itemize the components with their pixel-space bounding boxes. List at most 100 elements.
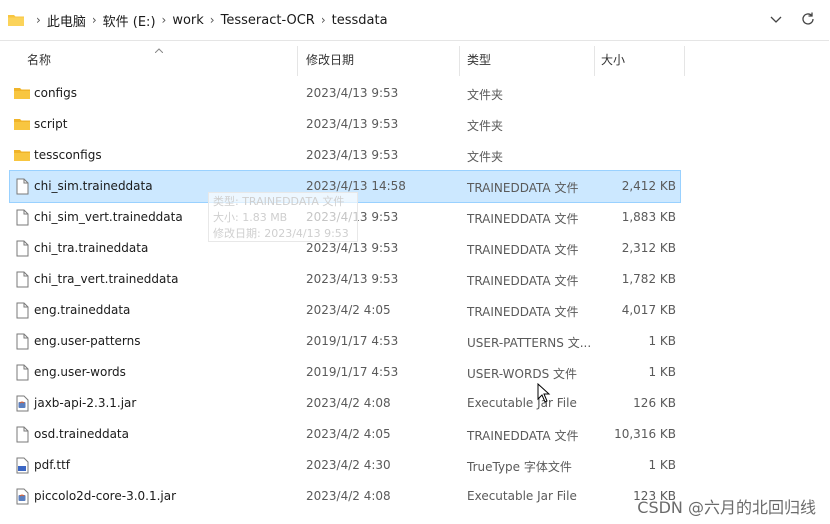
file-modified-date: 2023/4/13 9:53 [306, 86, 399, 100]
file-row[interactable]: chi_tra_vert.traineddata 2023/4/13 9:53 TR… [10, 264, 680, 295]
file-name: chi_tra.traineddata [34, 241, 149, 255]
folder-icon [14, 85, 30, 102]
column-divider[interactable] [297, 46, 298, 76]
folder-icon [14, 147, 30, 164]
file-row[interactable]: script 2023/4/13 9:53 文件夹 [10, 109, 680, 140]
file-name: piccolo2d-core-3.0.1.jar [34, 489, 177, 503]
tooltip-type: 类型: TRAINEDDATA 文件 [213, 195, 345, 208]
chevron-down-icon[interactable] [768, 11, 784, 27]
file-type: 文件夹 [467, 150, 504, 164]
file-modified-date: 2023/4/2 4:30 [306, 458, 391, 472]
column-header-date[interactable]: 修改日期 [306, 40, 354, 80]
breadcrumb-item[interactable]: work [172, 13, 203, 28]
file-row[interactable]: eng.user-patterns 2019/1/17 4:53 USER-PATT… [10, 326, 680, 357]
file-name: eng.user-words [34, 365, 126, 379]
file-icon [14, 364, 30, 381]
file-row[interactable]: piccolo2d-core-3.0.1.jar 2023/4/2 4:08 Exe… [10, 481, 680, 512]
file-modified-date: 2023/4/13 9:53 [306, 241, 399, 255]
file-icon [14, 240, 30, 257]
file-size: 1,883 KB [621, 210, 676, 224]
file-icon [14, 178, 30, 195]
jar-icon [14, 395, 30, 412]
file-row[interactable]: configs 2023/4/13 9:53 文件夹 [10, 78, 680, 109]
mouse-cursor-icon [537, 383, 551, 403]
refresh-icon[interactable] [800, 11, 816, 27]
file-size: 4,017 KB [621, 303, 676, 317]
file-size: 1,782 KB [621, 272, 676, 286]
column-divider[interactable] [459, 46, 460, 76]
file-modified-date: 2023/4/2 4:05 [306, 303, 391, 317]
file-modified-date: 2023/4/13 9:53 [306, 148, 399, 162]
file-modified-date: 2023/4/2 4:05 [306, 427, 391, 441]
file-row[interactable]: tessconfigs 2023/4/13 9:53 文件夹 [10, 140, 680, 171]
file-modified-date: 2019/1/17 4:53 [306, 365, 399, 379]
file-icon [14, 333, 30, 350]
folder-icon [14, 116, 30, 133]
file-name: eng.traineddata [34, 303, 131, 317]
tooltip-modified: 修改日期: 2023/4/13 9:53 [213, 227, 349, 240]
file-type: Executable Jar File [467, 396, 577, 410]
file-type: TRAINEDDATA 文件 [467, 429, 579, 443]
breadcrumb-item[interactable]: Tesseract-OCR [221, 13, 315, 28]
file-type: TRAINEDDATA 文件 [467, 243, 579, 257]
file-tooltip: 类型: TRAINEDDATA 文件 大小: 1.83 MB 修改日期: 202… [208, 192, 358, 242]
file-size: 1 KB [648, 334, 676, 348]
column-header-size[interactable]: 大小 [601, 40, 625, 80]
file-type: TrueType 字体文件 [467, 460, 572, 474]
file-size: 126 KB [633, 396, 676, 410]
file-modified-date: 2023/4/2 4:08 [306, 489, 391, 503]
address-bar: › 此电脑 › 软件 (E:) › work › Tesseract-OCR ›… [0, 0, 829, 41]
column-header-row: 名称 修改日期 类型 大小 [0, 40, 685, 80]
file-name: tessconfigs [34, 148, 102, 162]
file-name: chi_sim.traineddata [34, 179, 153, 193]
file-name: pdf.ttf [34, 458, 71, 472]
file-row[interactable]: jaxb-api-2.3.1.jar 2023/4/2 4:08 Executabl… [10, 388, 680, 419]
column-header-type[interactable]: 类型 [467, 40, 491, 80]
file-row[interactable]: pdf.ttf 2023/4/2 4:30 TrueType 字体文件 1 KB [10, 450, 680, 481]
file-icon [14, 302, 30, 319]
file-row[interactable]: eng.traineddata 2023/4/2 4:05 TRAINEDDATA … [10, 295, 680, 326]
breadcrumb-item[interactable]: 软件 (E:) [103, 11, 156, 30]
tooltip-size: 大小: 1.83 MB [213, 211, 288, 224]
file-type: USER-WORDS 文件 [467, 367, 577, 381]
file-type: TRAINEDDATA 文件 [467, 274, 579, 288]
file-modified-date: 2023/4/13 14:58 [306, 179, 406, 193]
file-modified-date: 2023/4/13 9:53 [306, 117, 399, 131]
file-type: TRAINEDDATA 文件 [467, 181, 579, 195]
chevron-right-icon: › [209, 13, 215, 27]
file-name: chi_tra_vert.traineddata [34, 272, 179, 286]
column-divider[interactable] [594, 46, 595, 76]
breadcrumb-item[interactable]: 此电脑 [47, 11, 86, 30]
file-name: eng.user-patterns [34, 334, 141, 348]
file-icon [14, 271, 30, 288]
file-icon [14, 209, 30, 226]
file-modified-date: 2023/4/13 9:53 [306, 272, 399, 286]
file-name: script [34, 117, 68, 131]
file-modified-date: 2019/1/17 4:53 [306, 334, 399, 348]
column-header-name[interactable]: 名称 [27, 40, 51, 80]
file-size: 1 KB [648, 458, 676, 472]
file-modified-date: 2023/4/2 4:08 [306, 396, 391, 410]
column-divider[interactable] [684, 46, 685, 76]
breadcrumb[interactable]: › 此电脑 › 软件 (E:) › work › Tesseract-OCR ›… [8, 10, 388, 30]
file-type: 文件夹 [467, 88, 504, 102]
file-type: USER-PATTERNS 文... [467, 336, 592, 350]
chevron-right-icon: › [36, 13, 41, 27]
chevron-right-icon: › [91, 13, 97, 27]
file-size: 1 KB [648, 365, 676, 379]
file-name: configs [34, 86, 77, 100]
breadcrumb-item[interactable]: tessdata [332, 13, 388, 28]
file-name: chi_sim_vert.traineddata [34, 210, 183, 224]
folder-icon [8, 15, 24, 26]
file-name: osd.traineddata [34, 427, 129, 441]
file-row[interactable]: eng.user-words 2019/1/17 4:53 USER-WORDS 文… [10, 357, 680, 388]
file-type: TRAINEDDATA 文件 [467, 305, 579, 319]
jar-icon [14, 488, 30, 505]
font-file-icon [14, 457, 30, 474]
file-type: TRAINEDDATA 文件 [467, 212, 579, 226]
file-name: jaxb-api-2.3.1.jar [34, 396, 137, 410]
file-size: 2,412 KB [621, 179, 676, 193]
file-size: 10,316 KB [614, 427, 676, 441]
watermark: CSDN @六月的北回归线 [637, 498, 816, 517]
file-row[interactable]: osd.traineddata 2023/4/2 4:05 TRAINEDDATA … [10, 419, 680, 450]
